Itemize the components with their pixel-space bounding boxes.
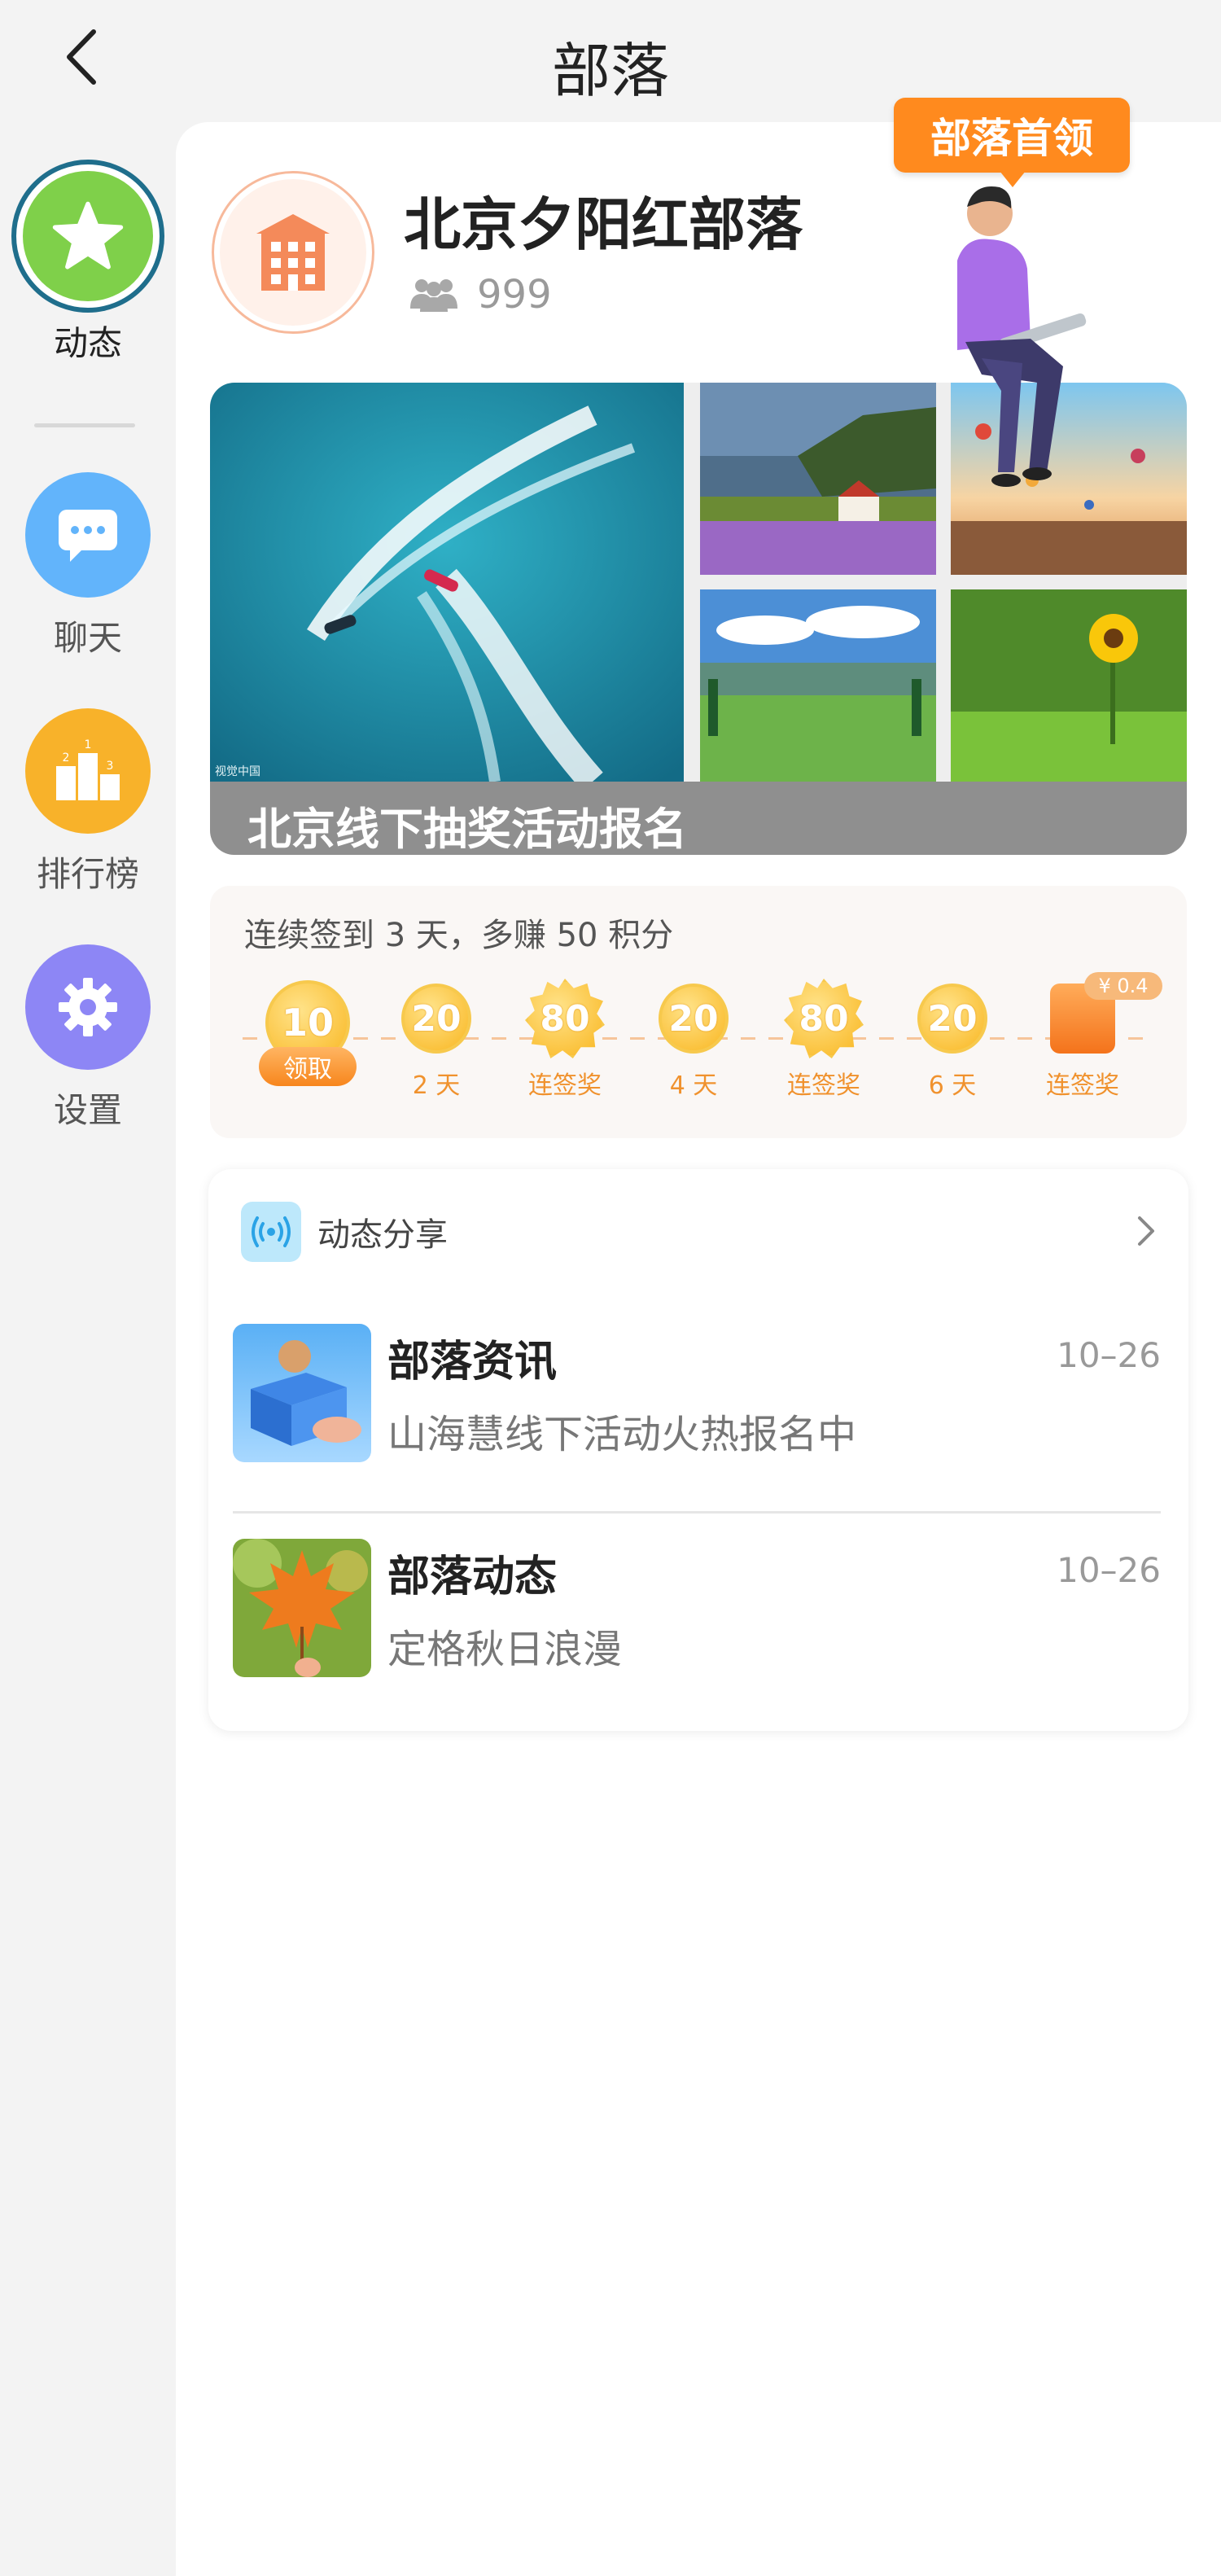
sidebar-label: 聊天 bbox=[53, 618, 122, 658]
checkin-day-label: 连签奖 bbox=[1046, 1071, 1119, 1100]
chief-avatar-figure bbox=[957, 186, 1087, 487]
chat-icon-bg bbox=[25, 472, 151, 598]
star-icon bbox=[52, 201, 124, 269]
speedboat-photo: 视觉中国 bbox=[210, 383, 684, 782]
tribe-name: 北京夕阳红部落 bbox=[404, 191, 803, 258]
feed-item-news[interactable]: 部落资讯 10–26 山海慧线下活动火热报名中 bbox=[233, 1324, 1161, 1487]
feed-item-date: 10–26 bbox=[1057, 1335, 1161, 1375]
red-packet-icon: ¥ 0.4 bbox=[1050, 972, 1162, 1054]
claim-button[interactable]: 领取 bbox=[259, 1047, 357, 1086]
tribe-avatar-ring bbox=[220, 179, 366, 326]
sunflower-photo bbox=[951, 589, 1187, 782]
svg-text:3: 3 bbox=[107, 760, 114, 773]
coin-icon: 20 bbox=[659, 984, 729, 1054]
sidebar-label: 动态 bbox=[53, 323, 122, 363]
feed-header[interactable]: 动态分享 bbox=[241, 1202, 448, 1262]
broadcast-icon-bg bbox=[241, 1202, 301, 1262]
ranking-icon-bg: 2 1 3 bbox=[25, 708, 151, 834]
sidebar-label: 排行榜 bbox=[36, 854, 139, 894]
svg-text:2: 2 bbox=[63, 751, 70, 764]
feed-item-activity[interactable]: 部落动态 10–26 定格秋日浪漫 bbox=[233, 1539, 1161, 1702]
maple-leaf-image bbox=[233, 1539, 371, 1677]
page-title: 部落 bbox=[551, 37, 669, 105]
feed-item-subtitle: 定格秋日浪漫 bbox=[387, 1627, 623, 1672]
star-icon-bg bbox=[23, 171, 153, 301]
feed-item-subtitle: 山海慧线下活动火热报名中 bbox=[387, 1412, 857, 1457]
photo-watermark: 视觉中国 bbox=[215, 765, 260, 778]
checkin-text: 连续签到 3 天，多赚 50 积分 bbox=[244, 917, 674, 954]
sidebar-item-chat[interactable]: 聊天 bbox=[0, 472, 176, 660]
sidebar-active-ring bbox=[11, 160, 164, 313]
gear-icon bbox=[59, 978, 117, 1036]
feed-item-date: 10–26 bbox=[1057, 1550, 1161, 1590]
checkin-day-label: 2 天 bbox=[412, 1071, 461, 1100]
feed-thumb bbox=[233, 1324, 371, 1462]
feed-item-title: 部落动态 bbox=[387, 1553, 558, 1601]
sidebar-item-ranking[interactable]: 2 1 3 排行榜 bbox=[0, 708, 176, 896]
feed-card: 动态分享 部落资讯 10–26 山海慧线下活动火热报名中 部落动态 10–26 … bbox=[208, 1169, 1188, 1731]
sidebar-divider bbox=[34, 423, 135, 427]
chat-icon bbox=[59, 510, 117, 562]
gift-box-image bbox=[233, 1324, 371, 1462]
banner-caption: 北京线下抽奖活动报名 bbox=[247, 804, 687, 855]
checkin-day: 20 4 天 bbox=[637, 984, 751, 1101]
coast-photo bbox=[700, 383, 936, 575]
checkin-day-redpacket: ¥ 0.4 连签奖 bbox=[1026, 972, 1162, 1101]
broadcast-icon bbox=[252, 1216, 291, 1247]
feed-item-title: 部落资讯 bbox=[387, 1338, 558, 1387]
member-row: 999 bbox=[407, 272, 552, 318]
feed-divider bbox=[233, 1511, 1161, 1514]
checkin-day-label: 6 天 bbox=[928, 1071, 977, 1100]
checkin-panel: 连续签到 3 天，多赚 50 积分 10 领取 20 2 天 80 连签奖 20… bbox=[210, 886, 1187, 1138]
checkin-day-claim[interactable]: 10 领取 bbox=[251, 980, 365, 1086]
badge-coin-icon: 80 bbox=[784, 979, 864, 1058]
sidebar-label: 设置 bbox=[53, 1090, 122, 1130]
red-packet-amount: ¥ 0.4 bbox=[1084, 972, 1162, 1000]
feed-thumb bbox=[233, 1539, 371, 1677]
ranking-icon: 2 1 3 bbox=[56, 738, 120, 800]
coin-icon: 20 bbox=[917, 984, 987, 1054]
chief-badge: 部落首领 bbox=[894, 98, 1130, 187]
chevron-right-icon bbox=[1138, 1216, 1154, 1246]
main-panel: 北京夕阳红部落 999 视觉中国 北京线下抽奖活动报名 部落首领 连续签到 3 … bbox=[176, 98, 1221, 2576]
checkin-day-label: 4 天 bbox=[669, 1071, 718, 1100]
checkin-day: 20 6 天 bbox=[895, 984, 1009, 1101]
gear-icon-bg bbox=[25, 944, 151, 1070]
checkin-day-label: 连签奖 bbox=[528, 1071, 602, 1100]
tribe-avatar[interactable] bbox=[212, 171, 374, 334]
sidebar-item-feed[interactable]: 动态 bbox=[0, 160, 176, 366]
coin-icon: 20 bbox=[401, 984, 471, 1054]
checkin-day-bonus: 80 连签奖 bbox=[767, 979, 881, 1101]
members-icon bbox=[410, 279, 457, 312]
member-count: 999 bbox=[477, 272, 552, 318]
sidebar-item-settings[interactable]: 设置 bbox=[0, 944, 176, 1132]
feed-more-button[interactable] bbox=[1135, 1215, 1158, 1251]
banner-caption-bar: 北京线下抽奖活动报名 bbox=[210, 782, 1187, 855]
checkin-day: 20 2 天 bbox=[379, 984, 493, 1101]
feed-title: 动态分享 bbox=[317, 1216, 448, 1254]
svg-text:1: 1 bbox=[85, 738, 92, 751]
badge-coin-icon: 80 bbox=[525, 979, 605, 1058]
building-icon bbox=[256, 214, 330, 291]
grassland-photo bbox=[700, 589, 936, 782]
checkin-day-label: 连签奖 bbox=[787, 1071, 860, 1100]
checkin-day-bonus: 80 连签奖 bbox=[508, 979, 622, 1101]
